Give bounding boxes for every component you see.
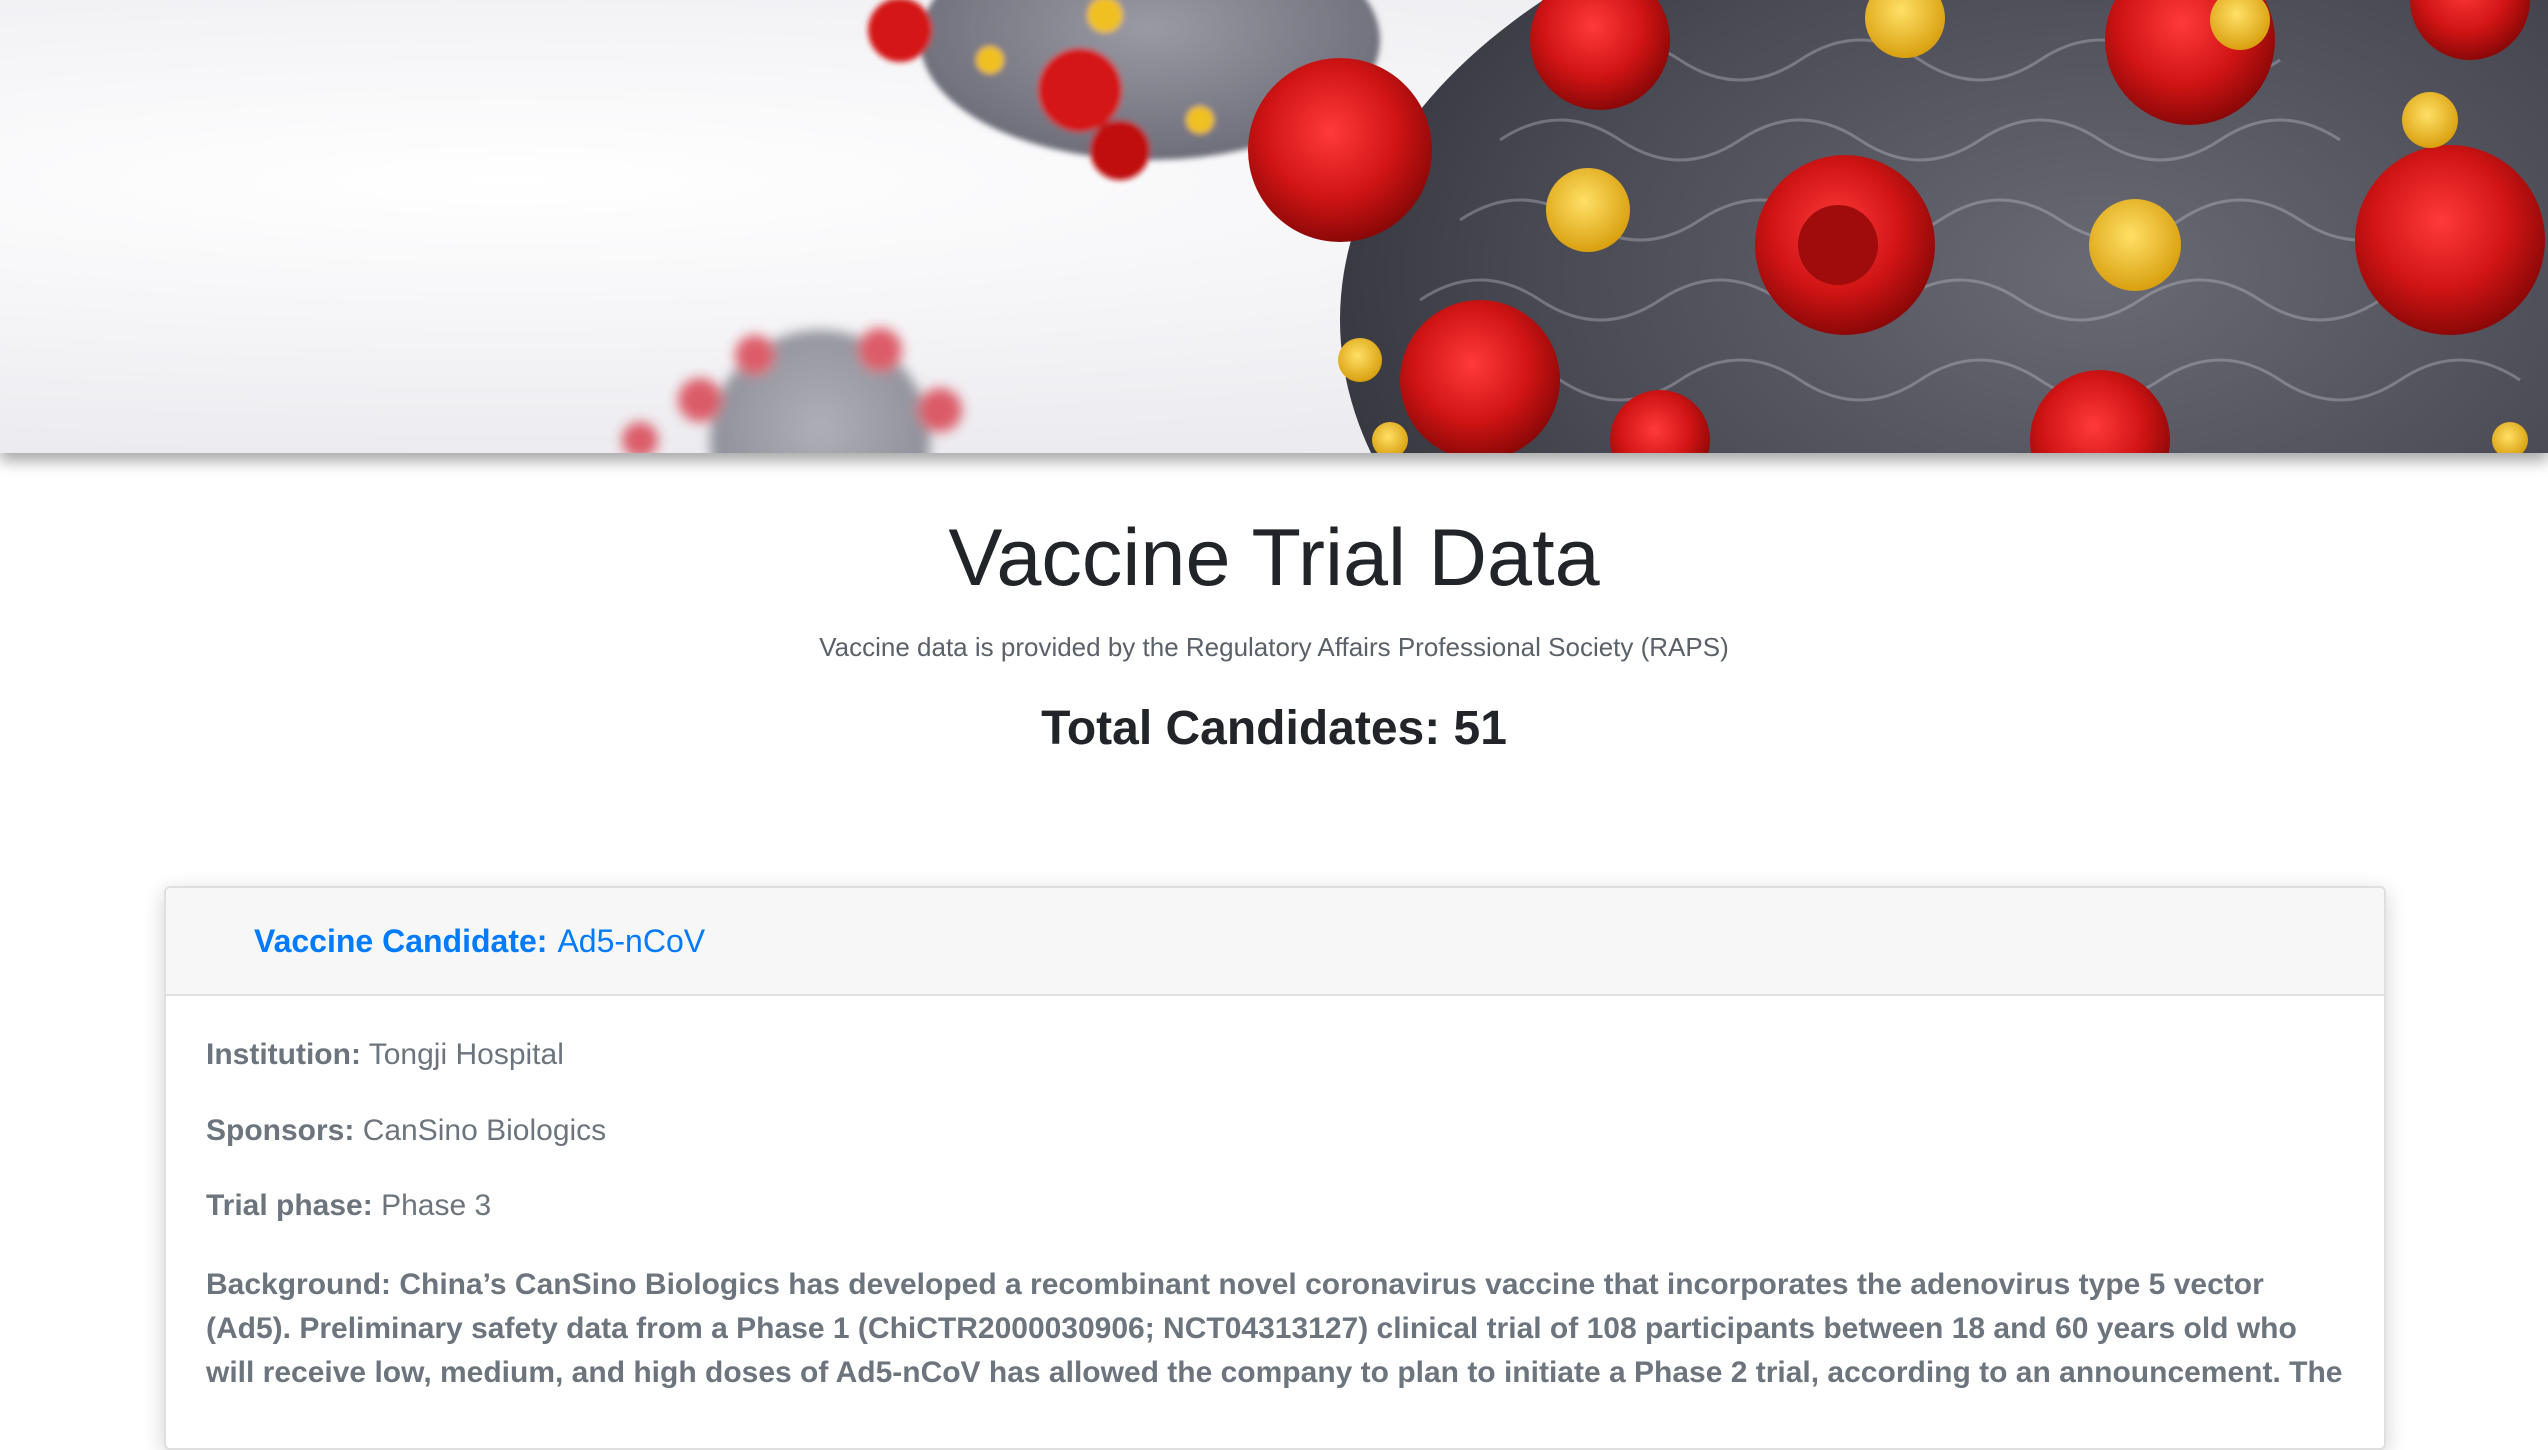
- total-candidates: Total Candidates: 51: [1041, 702, 1507, 755]
- institution-label: Institution:: [206, 1038, 361, 1071]
- sponsors-value: CanSino Biologics: [362, 1113, 607, 1147]
- trial-phase-label: Trial phase:: [206, 1189, 373, 1222]
- trial-phase-value: Phase 3: [381, 1189, 492, 1222]
- sponsors-label: Sponsors:: [206, 1113, 355, 1147]
- hero-banner: [0, 0, 2548, 453]
- page-title: Vaccine Trial Data: [948, 513, 1600, 603]
- candidate-label: Vaccine Candidate:: [254, 922, 548, 959]
- vaccine-card-header[interactable]: Vaccine Candidate: Ad5-nCoV: [166, 888, 2384, 996]
- trial-phase-field: Trial phase: Phase 3: [206, 1187, 2344, 1225]
- institution-field: Institution: Tongji Hospital: [206, 1036, 2344, 1074]
- data-source-note: Vaccine data is provided by the Regulato…: [819, 632, 1729, 662]
- institution-value: Tongji Hospital: [368, 1038, 564, 1071]
- vaccine-card-body: Institution: Tongji Hospital Sponsors: C…: [166, 996, 2384, 1395]
- coronavirus-hero-image: [622, 0, 2548, 453]
- candidate-name: Ad5-nCoV: [557, 922, 706, 959]
- background-text: Background: China’s CanSino Biologics ha…: [206, 1267, 2343, 1389]
- vaccine-card: Vaccine Candidate: Ad5-nCoV Institution:…: [164, 886, 2386, 1450]
- sponsors-field: Sponsors: CanSino Biologics: [206, 1112, 2344, 1150]
